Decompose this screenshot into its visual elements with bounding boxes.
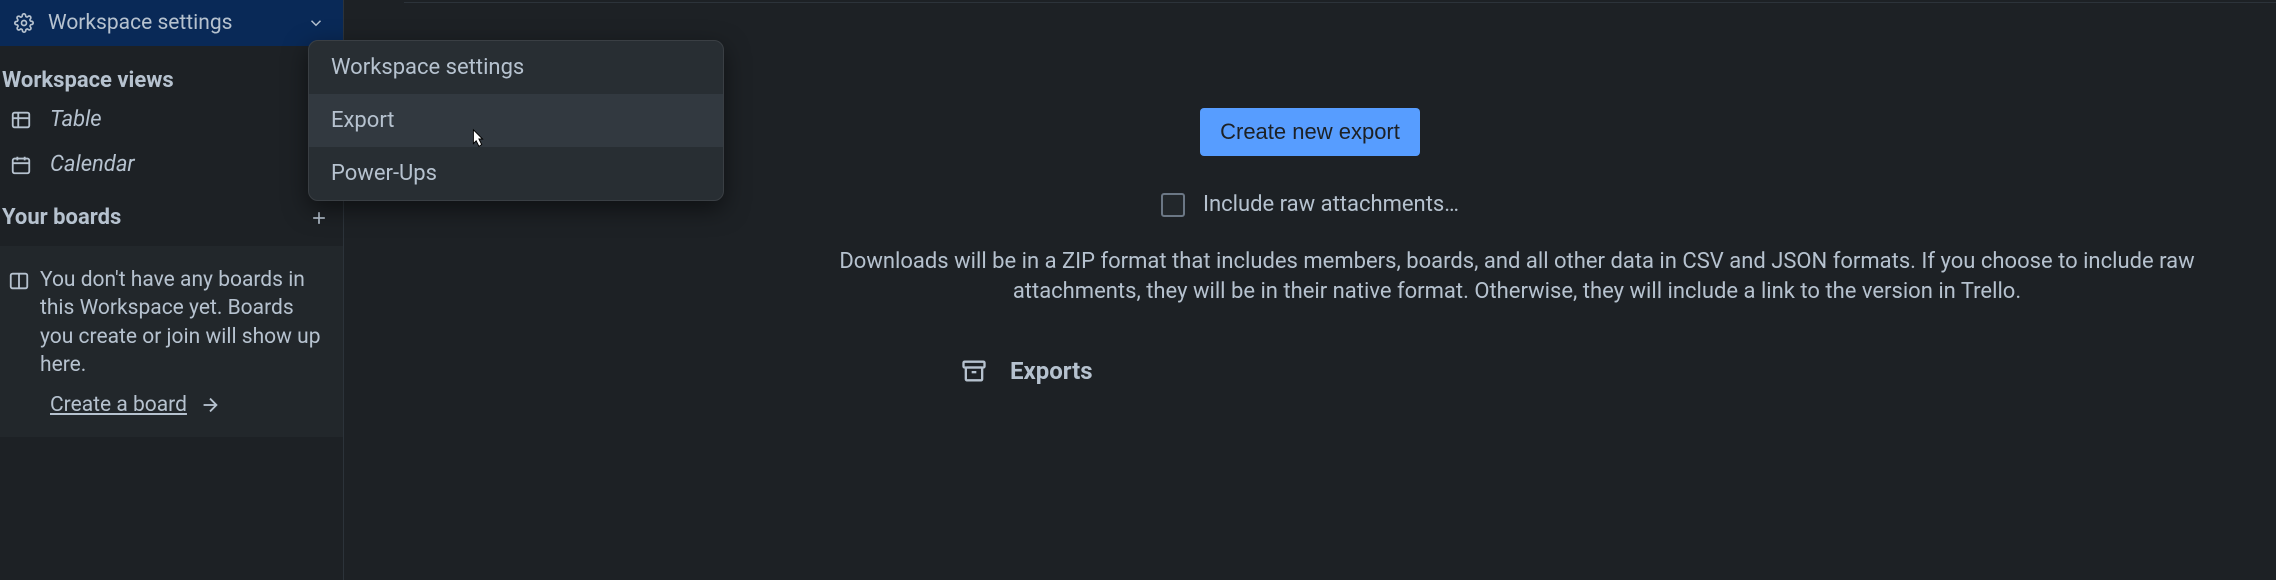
include-attachments-checkbox[interactable] bbox=[1161, 193, 1185, 217]
exports-heading-row: Exports bbox=[960, 357, 1093, 385]
include-attachments-label: Include raw attachments… bbox=[1203, 192, 1459, 217]
export-description: Downloads will be in a ZIP format that i… bbox=[344, 247, 2276, 306]
exports-heading: Exports bbox=[1010, 357, 1093, 385]
chevron-down-icon bbox=[307, 14, 325, 32]
plus-icon[interactable] bbox=[309, 208, 329, 228]
archive-icon bbox=[960, 357, 988, 385]
divider bbox=[404, 2, 2276, 3]
workspace-settings-label: Workspace settings bbox=[48, 11, 233, 35]
arrow-right-icon bbox=[199, 394, 221, 416]
board-icon bbox=[8, 270, 30, 292]
your-boards-heading: Your boards bbox=[2, 205, 121, 230]
create-board-label: Create a board bbox=[50, 393, 187, 417]
empty-boards-text: You don't have any boards in this Worksp… bbox=[12, 266, 329, 379]
workspace-settings-header[interactable]: Workspace settings bbox=[0, 0, 343, 46]
sidebar-item-label: Table bbox=[50, 107, 102, 132]
sidebar-item-label: Calendar bbox=[50, 152, 135, 177]
table-icon bbox=[10, 109, 32, 131]
sidebar-item-table[interactable]: Table bbox=[0, 97, 343, 142]
sidebar: Workspace settings Workspace views Table bbox=[0, 0, 344, 580]
create-board-link[interactable]: Create a board bbox=[12, 393, 329, 417]
workspace-settings-dropdown: Workspace settings Export Power-Ups bbox=[308, 40, 724, 201]
create-new-export-button[interactable]: Create new export bbox=[1200, 108, 1420, 156]
your-boards-header: Your boards bbox=[0, 187, 343, 234]
sidebar-item-calendar[interactable]: Calendar bbox=[0, 142, 343, 187]
dropdown-item-label: Export bbox=[331, 108, 395, 133]
dropdown-item-label: Power-Ups bbox=[331, 161, 437, 186]
dropdown-item-label: Workspace settings bbox=[331, 55, 524, 80]
empty-boards-panel: You don't have any boards in this Worksp… bbox=[0, 246, 343, 437]
dropdown-item-workspace-settings[interactable]: Workspace settings bbox=[309, 41, 723, 94]
dropdown-item-power-ups[interactable]: Power-Ups bbox=[309, 147, 723, 200]
calendar-icon bbox=[10, 154, 32, 176]
dropdown-item-export[interactable]: Export bbox=[309, 94, 723, 147]
gear-icon bbox=[14, 13, 34, 33]
workspace-views-heading: Workspace views bbox=[0, 46, 343, 97]
